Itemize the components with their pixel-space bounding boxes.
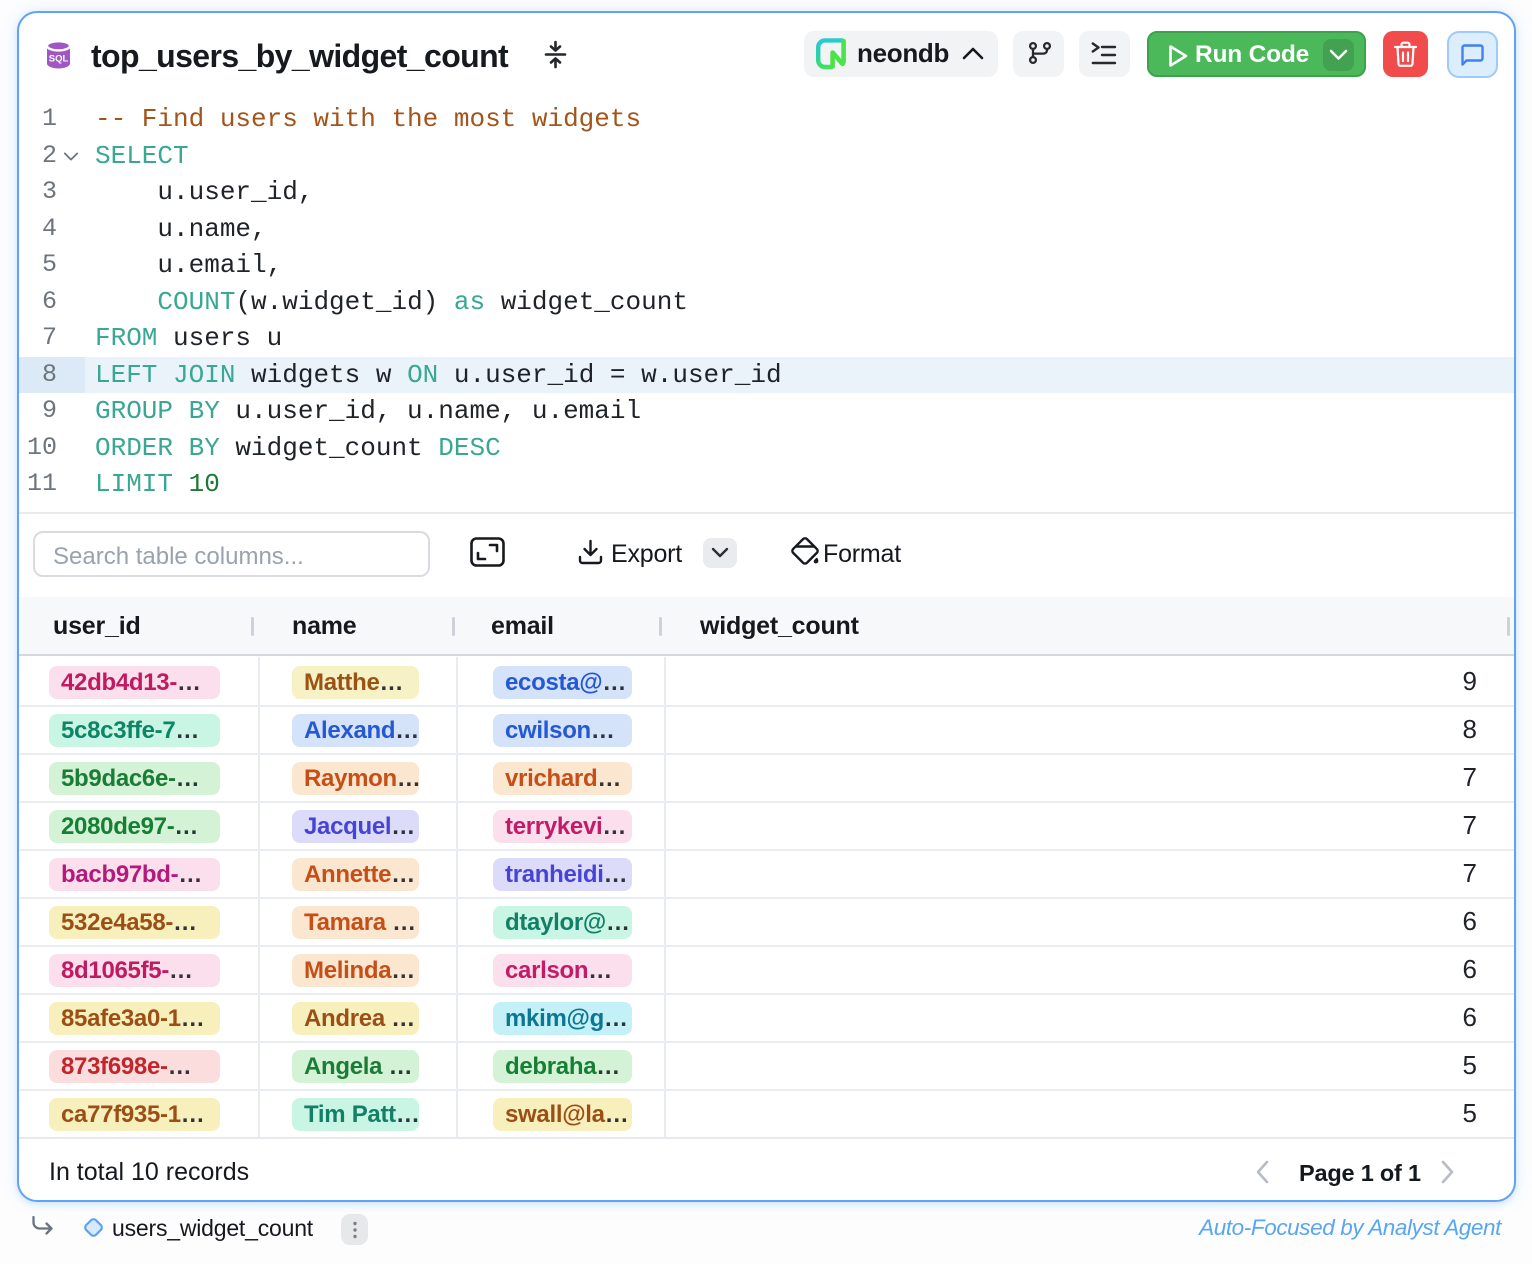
svg-text:SQL: SQL [49, 54, 69, 65]
